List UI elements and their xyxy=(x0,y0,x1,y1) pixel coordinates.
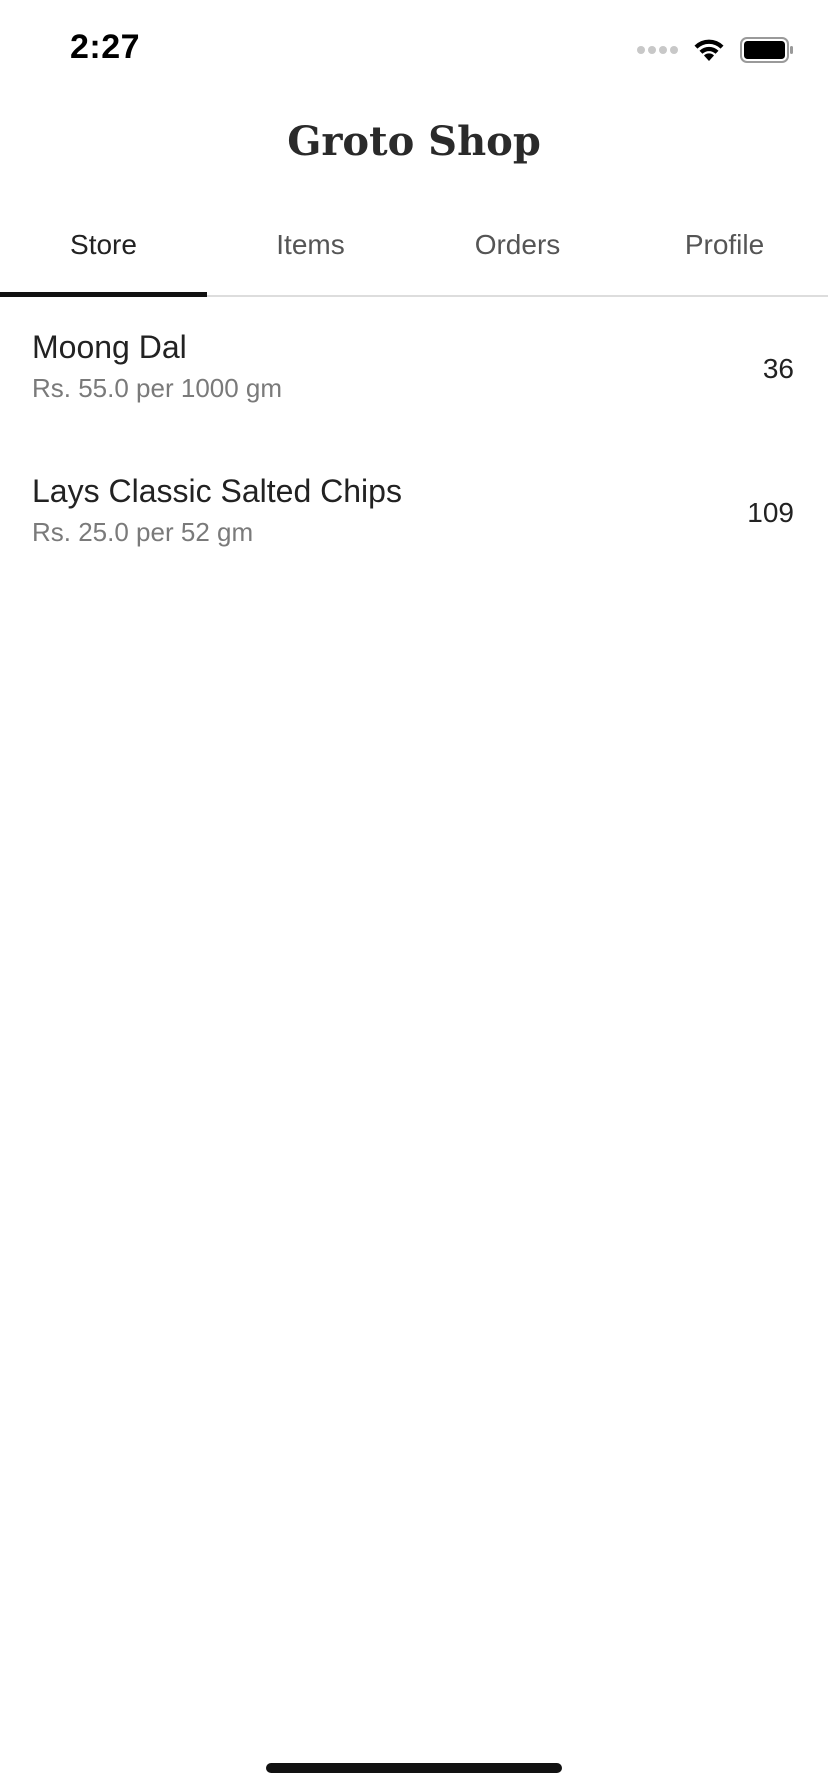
status-bar: 2:27 xyxy=(0,0,828,100)
tab-profile[interactable]: Profile xyxy=(621,205,828,295)
wifi-icon xyxy=(694,39,724,61)
page-title: Groto Shop xyxy=(287,118,541,165)
list-item[interactable]: Moong Dal Rs. 55.0 per 1000 gm 36 xyxy=(0,297,828,441)
item-quantity: 109 xyxy=(747,497,794,528)
item-name: Lays Classic Salted Chips xyxy=(32,473,402,509)
tab-orders[interactable]: Orders xyxy=(414,205,621,295)
list-item[interactable]: Lays Classic Salted Chips Rs. 25.0 per 5… xyxy=(0,441,828,585)
status-icons xyxy=(637,36,794,64)
tab-items[interactable]: Items xyxy=(207,205,414,295)
item-name: Moong Dal xyxy=(32,329,187,365)
tab-bar: Store Items Orders Profile xyxy=(0,205,828,297)
home-indicator[interactable] xyxy=(266,1763,562,1773)
item-quantity: 36 xyxy=(762,353,794,384)
battery-icon xyxy=(740,37,793,63)
item-price: Rs. 25.0 per 52 gm xyxy=(32,517,254,547)
signal-dots-icon xyxy=(637,46,678,54)
tab-store[interactable]: Store xyxy=(0,205,207,297)
item-price: Rs. 55.0 per 1000 gm xyxy=(32,373,283,403)
store-item-list: Moong Dal Rs. 55.0 per 1000 gm 36 Lays C… xyxy=(0,297,828,585)
status-time: 2:27 xyxy=(70,28,141,66)
